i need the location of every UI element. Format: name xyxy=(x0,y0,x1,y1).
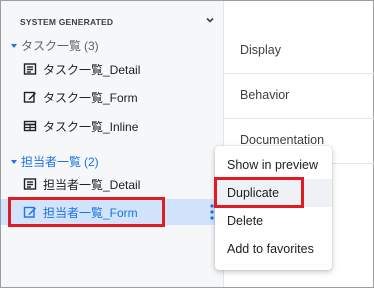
detail-view-icon xyxy=(23,63,37,75)
caret-down-icon xyxy=(11,159,17,164)
group-label: タスク一覧 xyxy=(21,39,82,53)
group-count: (3) xyxy=(84,38,99,53)
list-item-task-detail[interactable]: タスク一覧_Detail xyxy=(1,56,223,82)
group-header-tasks[interactable]: タスク一覧 (3) xyxy=(10,37,99,54)
menu-item-label: Add to favorites xyxy=(227,242,314,256)
annotation-highlight-menu xyxy=(214,177,304,208)
menu-item-delete[interactable]: Delete xyxy=(215,207,332,235)
menu-item-add-to-favorites[interactable]: Add to favorites xyxy=(215,235,332,263)
context-menu: Show in preview Duplicate Delete Add to … xyxy=(215,146,332,270)
list-item-label: タスク一覧_Detail xyxy=(43,62,141,77)
group-count: (2) xyxy=(84,154,99,169)
list-item-label: タスク一覧_Inline xyxy=(43,119,139,134)
caret-down-icon xyxy=(11,43,17,48)
menu-item-show-in-preview[interactable]: Show in preview xyxy=(215,151,332,179)
menu-item-label: Delete xyxy=(227,214,264,228)
list-item-label: 担当者一覧_Detail xyxy=(43,177,141,192)
menu-item-label: Show in preview xyxy=(227,158,319,172)
section-title: SYSTEM GENERATED xyxy=(20,17,114,27)
detail-view-icon xyxy=(23,178,37,190)
main-row-behavior[interactable]: Behavior xyxy=(224,74,374,119)
chevron-down-icon[interactable] xyxy=(204,14,216,26)
group-header-assignees[interactable]: 担当者一覧 (2) xyxy=(10,153,99,170)
main-row-label: Display xyxy=(240,43,281,57)
list-item-label: タスク一覧_Form xyxy=(43,90,138,105)
form-edit-icon xyxy=(23,91,36,103)
list-item-task-form[interactable]: タスク一覧_Form xyxy=(1,84,223,110)
group-label: 担当者一覧 xyxy=(21,155,82,169)
annotation-highlight-item xyxy=(8,197,165,227)
main-row-display[interactable]: Display xyxy=(224,29,374,74)
main-row-label: Behavior xyxy=(240,88,290,102)
list-item-assignee-detail[interactable]: 担当者一覧_Detail xyxy=(1,171,223,197)
table-icon xyxy=(23,120,37,132)
list-item-task-inline[interactable]: タスク一覧_Inline xyxy=(1,113,223,139)
main-row-label: Documentation xyxy=(240,133,325,147)
